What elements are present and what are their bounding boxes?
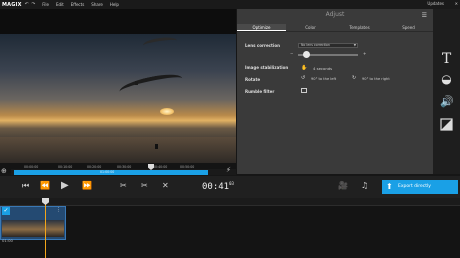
export-icon: ⬆ <box>386 182 393 191</box>
clip-thumbnail <box>2 220 64 237</box>
forward-icon[interactable]: ⏩ <box>82 180 92 192</box>
camera-icon[interactable]: 🎥 <box>338 180 348 192</box>
tab-color[interactable]: Color <box>286 24 335 31</box>
side-toolbar: T ◒ 🔊 <box>433 9 460 174</box>
preview-frame <box>0 34 236 165</box>
stabilization-icon[interactable]: ✋ <box>301 65 307 71</box>
skip-start-icon[interactable]: ⏮ <box>22 180 29 192</box>
sun <box>160 108 174 115</box>
stabilization-value: 4 seconds <box>313 66 333 71</box>
clip-menu-icon[interactable]: ⋮ <box>56 207 61 213</box>
rumble-filter-checkbox[interactable] <box>301 88 307 93</box>
export-button[interactable]: ⬆ Export directly <box>382 180 458 194</box>
hamburger-menu-icon[interactable]: ☰ <box>422 12 427 19</box>
menu-bar: MAGIX ↶ ↷ File Edit Effects Share Help U… <box>0 0 460 9</box>
rewind-icon[interactable]: ⏪ <box>40 180 50 192</box>
paraglider-pilot <box>135 81 138 85</box>
app-window: MAGIX ↶ ↷ File Edit Effects Share Help U… <box>0 0 460 258</box>
rotate-right-button[interactable]: 90° to the right <box>362 77 390 81</box>
export-label: Export directly <box>398 184 431 189</box>
clip-checkbox[interactable]: ✓ <box>2 207 10 215</box>
delete-icon[interactable]: ✕ <box>162 180 169 192</box>
scrub-position: 01:00:00 <box>100 170 115 174</box>
adjust-icon[interactable] <box>440 116 453 131</box>
rotate-label: Rotate <box>245 77 261 82</box>
rotate-left-button[interactable]: 90° to the left <box>311 77 336 81</box>
menu-help[interactable]: Help <box>110 2 119 7</box>
menu-share[interactable]: Share <box>91 2 103 7</box>
video-preview <box>0 9 236 165</box>
timecode-value: 00:41 <box>202 182 230 192</box>
updates-link[interactable]: Updates <box>427 1 444 6</box>
menu-file[interactable]: File <box>42 2 49 7</box>
tab-optimize[interactable]: Optimize <box>237 24 286 31</box>
minus-icon[interactable]: − <box>290 51 293 56</box>
snap-icon[interactable]: ⚡ <box>226 166 231 174</box>
adjust-panel: Adjust ☰ Optimize Color Templates Speed … <box>237 9 433 174</box>
rotate-right-icon[interactable]: ↻ <box>352 75 356 81</box>
brand-logo: MAGIX <box>2 1 22 8</box>
stabilization-label: Image stabilization <box>245 65 289 70</box>
rumble-filter-label: Rumble filter <box>245 89 275 94</box>
rotate-left-icon[interactable]: ↺ <box>301 75 305 81</box>
text-icon[interactable]: T <box>440 51 453 67</box>
zoom-icon[interactable]: ⊕ <box>1 167 7 175</box>
tab-templates[interactable]: Templates <box>335 24 384 31</box>
timeline[interactable] <box>0 198 460 258</box>
clip-duration: 01:00 <box>2 238 13 243</box>
panel-title: Adjust <box>325 11 345 18</box>
timeline-ruler[interactable] <box>0 198 460 206</box>
lens-correction-select[interactable]: No lens correction ▼ <box>298 43 358 48</box>
music-icon[interactable]: ♫ <box>361 180 368 192</box>
undo-icon[interactable]: ↶ <box>25 2 29 7</box>
close-window-icon[interactable]: ✕ <box>455 1 458 6</box>
lens-correction-value: No lens correction <box>301 43 330 47</box>
play-icon[interactable]: ▶ <box>61 180 69 191</box>
audio-icon[interactable]: 🔊 <box>440 95 454 108</box>
paraglider-wing <box>142 35 178 51</box>
lens-correction-label: Lens correction <box>245 43 280 48</box>
lens-slider-handle[interactable] <box>303 51 310 58</box>
timecode-display: 00:4103 <box>202 181 234 192</box>
playhead[interactable] <box>45 198 46 258</box>
plus-icon[interactable]: + <box>363 51 366 56</box>
paraglider-wing <box>118 70 184 100</box>
split-icon[interactable]: ✂ <box>141 180 148 192</box>
person-silhouette <box>155 144 158 149</box>
color-icon[interactable]: ◒ <box>440 72 453 86</box>
beach <box>0 137 236 165</box>
menu-edit[interactable]: Edit <box>56 2 64 7</box>
cut-icon[interactable]: ✂ <box>120 180 127 192</box>
chevron-down-icon: ▼ <box>353 43 356 47</box>
panel-tabs: Optimize Color Templates Speed <box>237 24 433 32</box>
menu-effects[interactable]: Effects <box>71 2 85 7</box>
redo-icon[interactable]: ↷ <box>31 2 35 7</box>
timecode-frames: 03 <box>229 181 234 186</box>
tab-speed[interactable]: Speed <box>384 24 433 31</box>
